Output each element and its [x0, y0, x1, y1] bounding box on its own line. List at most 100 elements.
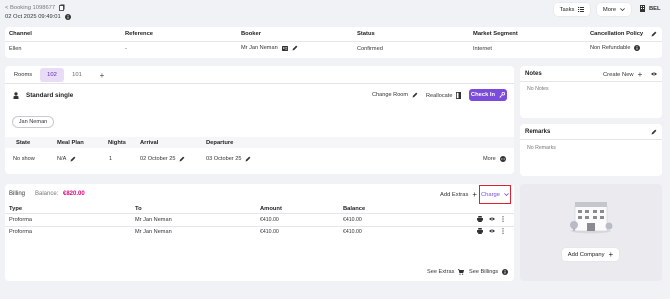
- departure-value: 03 October 25: [206, 156, 242, 162]
- company-card: Add Company +: [520, 184, 662, 281]
- column-header-state: State: [16, 140, 31, 146]
- tab-rooms-label: Rooms: [13, 72, 33, 78]
- change-room-button[interactable]: Change Room: [372, 92, 418, 98]
- kebab-menu-icon[interactable]: [502, 228, 504, 234]
- copy-icon[interactable]: [59, 4, 65, 11]
- notes-title: Notes: [525, 71, 542, 77]
- view-eye-icon[interactable]: [489, 217, 495, 221]
- print-icon[interactable]: [477, 216, 483, 222]
- departure-cell: 03 October 25: [206, 156, 251, 162]
- reference-value: -: [125, 46, 127, 52]
- company-building-icon: [569, 200, 613, 236]
- billing-row[interactable]: Proforma Mr Jan Neman €410.00 €410.00: [5, 226, 514, 237]
- kebab-menu-icon[interactable]: [502, 216, 504, 222]
- booking-summary-card: Channel Reference Booker Status Market S…: [5, 27, 662, 58]
- booking-datetime-row: 02 Oct 2025 09:49:01: [5, 14, 71, 20]
- cart-icon: [458, 269, 465, 275]
- booking-datetime: 02 Oct 2025 09:49:01: [5, 14, 61, 20]
- column-header-arrival: Arrival: [140, 140, 159, 146]
- more-label: More: [602, 6, 617, 13]
- language-selector[interactable]: BEL: [640, 5, 661, 12]
- add-company-button[interactable]: Add Company +: [562, 248, 619, 261]
- guest-name: Jan Neman: [18, 119, 48, 125]
- billing-title: Billing: [9, 191, 26, 197]
- market-segment-value: Internet: [473, 46, 492, 52]
- booker-cell: Mr Jan Neman: [241, 45, 298, 51]
- back-to-booking-link[interactable]: < Booking 1098677: [5, 4, 65, 11]
- tab-rooms[interactable]: Rooms: [8, 68, 38, 82]
- billing-column-to: To: [135, 206, 142, 212]
- edit-arrival-icon[interactable]: [179, 156, 185, 162]
- charge-chevron-down-icon: [504, 193, 509, 196]
- tasks-label: Tasks: [559, 6, 575, 13]
- add-room-label: +: [99, 70, 105, 80]
- more-menu-button[interactable]: More: [597, 3, 631, 16]
- change-room-label: Change Room: [372, 92, 409, 98]
- arrival-cell: 02 October 25: [140, 156, 185, 162]
- bed-icon: [13, 92, 19, 99]
- meal-plan-value: N/A: [57, 156, 67, 162]
- more-circle-icon: [499, 156, 506, 162]
- billing-column-type: Type: [9, 206, 23, 212]
- print-icon[interactable]: [477, 228, 483, 234]
- row-more-button[interactable]: More: [483, 156, 506, 162]
- plus-icon: +: [637, 70, 643, 79]
- edit-meal-plan-icon[interactable]: [70, 156, 76, 162]
- create-note-label: Create New: [603, 72, 634, 78]
- add-extras-label: Add Extras: [440, 192, 469, 198]
- policy-info-icon[interactable]: [634, 45, 641, 51]
- column-header-departure: Departure: [206, 140, 234, 146]
- edit-pencil-icon[interactable]: [651, 31, 657, 37]
- billing-column-balance: Balance: [343, 206, 366, 212]
- column-header-reference: Reference: [125, 31, 154, 37]
- billing-row-balance: €410.00: [343, 217, 362, 223]
- billing-row[interactable]: Proforma Mr Jan Neman €410.00 €410.00: [5, 214, 514, 225]
- column-header-market-segment: Market Segment: [473, 31, 518, 37]
- info-icon[interactable]: [64, 14, 71, 20]
- guest-chip[interactable]: Jan Neman: [12, 116, 54, 128]
- view-notes-eye-icon[interactable]: [651, 72, 657, 76]
- column-header-channel: Channel: [9, 31, 32, 37]
- tab-room-102[interactable]: 102: [40, 68, 64, 82]
- add-company-label: Add Company: [567, 251, 605, 258]
- edit-remarks-icon[interactable]: [651, 129, 657, 135]
- reallocate-button[interactable]: Reallocate: [426, 92, 462, 99]
- check-in-button[interactable]: Check In: [469, 89, 507, 101]
- booking-link-label: < Booking 1098677: [5, 4, 56, 11]
- cancellation-policy-cell: Non Refundable: [590, 45, 641, 51]
- cancellation-policy-value: Non Refundable: [590, 45, 631, 51]
- reallocate-label: Reallocate: [426, 92, 453, 99]
- tab-room-102-label: 102: [47, 72, 57, 78]
- charge-dropdown-button[interactable]: Charge: [479, 185, 511, 204]
- billing-row-amount: €410.00: [260, 217, 279, 223]
- see-extras-label: See Extras: [427, 269, 455, 275]
- edit-booker-icon[interactable]: [292, 45, 298, 51]
- language-code: BEL: [649, 5, 661, 12]
- edit-departure-icon[interactable]: [245, 156, 251, 162]
- view-eye-icon[interactable]: [489, 229, 495, 233]
- create-note-button[interactable]: Create New +: [603, 71, 642, 79]
- notes-empty-text: No Notes: [527, 86, 549, 92]
- add-room-tab-button[interactable]: +: [92, 68, 112, 82]
- see-extras-link[interactable]: See Extras: [427, 269, 465, 275]
- tab-room-101[interactable]: 101: [66, 68, 88, 82]
- tasks-button[interactable]: Tasks: [554, 3, 590, 16]
- add-company-plus-icon: +: [608, 249, 614, 259]
- billing-row-to: Mr Jan Neman: [135, 229, 172, 235]
- see-billings-label: See Billings: [469, 269, 499, 275]
- tab-room-101-label: 101: [72, 72, 82, 78]
- meal-plan-cell: N/A: [57, 156, 76, 162]
- room-type-title: Standard single: [26, 92, 74, 99]
- billing-row-type: Proforma: [9, 217, 33, 223]
- billing-row-type: Proforma: [9, 229, 33, 235]
- remarks-title: Remarks: [525, 129, 551, 135]
- id-card-icon[interactable]: [281, 45, 288, 51]
- column-header-booker: Booker: [241, 31, 261, 37]
- row-more-label: More: [483, 156, 496, 162]
- check-in-label: Check In: [470, 92, 496, 98]
- booker-value[interactable]: Mr Jan Neman: [241, 45, 278, 51]
- billing-row-to: Mr Jan Neman: [135, 217, 172, 223]
- add-extras-button[interactable]: Add Extras +: [440, 191, 477, 199]
- see-billings-link[interactable]: See Billings: [469, 269, 509, 275]
- column-header-cancellation-policy: Cancellation Policy: [590, 31, 644, 37]
